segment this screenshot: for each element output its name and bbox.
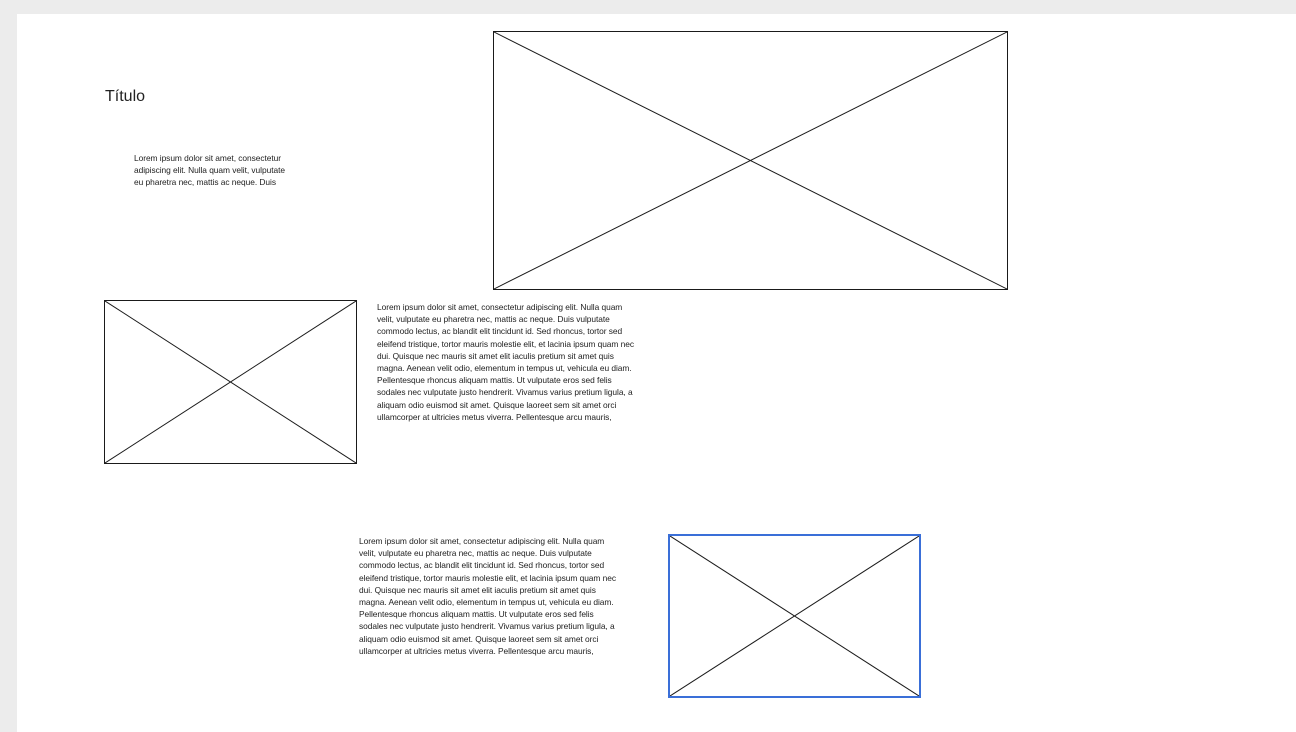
middle-paragraph[interactable]: Lorem ipsum dolor sit amet, consectetur … — [377, 301, 677, 423]
left-image-placeholder[interactable] — [104, 300, 357, 464]
text-line: dui. Quisque nec mauris sit amet elit ia… — [377, 350, 614, 361]
text-line: eleifend tristique, tortor mauris molest… — [359, 572, 616, 583]
wireframe-canvas: Título Lorem ipsum dolor sit amet, conse… — [17, 14, 1296, 732]
text-line: Lorem ipsum dolor sit amet, consectetur — [134, 153, 282, 163]
text-line: Pellentesque rhoncus aliquam mattis. Ut … — [359, 609, 594, 620]
bottom-image-placeholder[interactable] — [668, 534, 921, 698]
text-line: velit, vulputate eu pharetra nec, mattis… — [359, 548, 592, 559]
hero-image-placeholder[interactable] — [493, 31, 1008, 290]
text-line: ullamcorper at ultricies metus viverra. … — [377, 411, 612, 422]
text-line: ullamcorper at ultricies metus viverra. … — [359, 645, 594, 656]
text-line: aliquam odio euismod sit amet. Quisque l… — [377, 399, 617, 410]
text-line: eu pharetra nec, mattis ac neque. Duis — [134, 177, 276, 188]
text-line: adipiscing elit. Nulla quam velit, vulpu… — [134, 165, 285, 176]
image-placeholder-icon — [494, 32, 1007, 289]
text-line: magna. Aenean velit odio, elementum in t… — [359, 597, 614, 608]
text-line: Lorem ipsum dolor sit amet, consectetur … — [359, 536, 605, 546]
text-line: commodo lectus, ac blandit elit tincidun… — [359, 560, 605, 571]
image-placeholder-icon — [105, 301, 356, 463]
intro-paragraph[interactable]: Lorem ipsum dolor sit amet, consectetur … — [134, 152, 324, 189]
text-line: Lorem ipsum dolor sit amet, consectetur … — [377, 302, 623, 312]
page-title[interactable]: Título — [105, 88, 145, 106]
text-line: velit, vulputate eu pharetra nec, mattis… — [377, 314, 610, 325]
text-line: dui. Quisque nec mauris sit amet elit ia… — [359, 584, 596, 595]
text-line: Pellentesque rhoncus aliquam mattis. Ut … — [377, 375, 612, 386]
text-line: sodales nec vulputate justo hendrerit. V… — [377, 387, 633, 398]
text-line: eleifend tristique, tortor mauris molest… — [377, 338, 634, 349]
text-line: aliquam odio euismod sit amet. Quisque l… — [359, 633, 599, 644]
text-line: sodales nec vulputate justo hendrerit. V… — [359, 621, 615, 632]
image-placeholder-icon — [670, 536, 919, 696]
bottom-paragraph[interactable]: Lorem ipsum dolor sit amet, consectetur … — [359, 535, 659, 657]
text-line: magna. Aenean velit odio, elementum in t… — [377, 363, 632, 374]
text-line: commodo lectus, ac blandit elit tincidun… — [377, 326, 623, 337]
